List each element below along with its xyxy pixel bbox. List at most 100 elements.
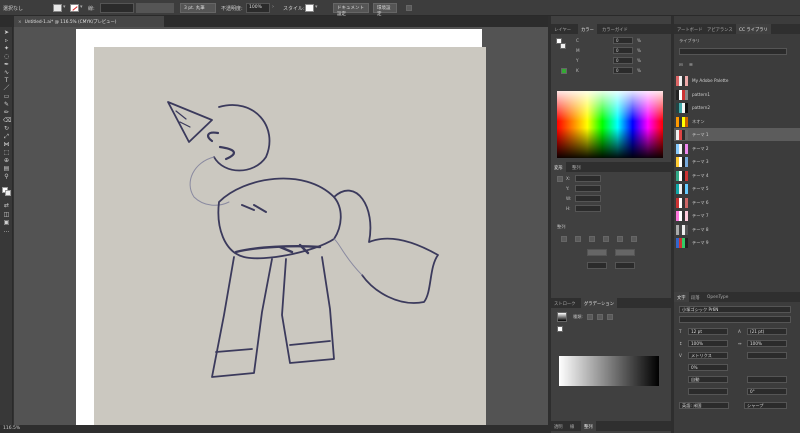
library-item[interactable]: テーマ 5 — [674, 182, 800, 195]
char-rotation-field[interactable]: 0° — [747, 388, 787, 395]
screen-mode-icon[interactable]: ▣ — [3, 220, 10, 226]
free-transform-icon[interactable]: ⬚ — [3, 150, 10, 156]
tab-align-bottom[interactable]: 整列 — [581, 421, 596, 431]
distribute-field[interactable] — [587, 249, 607, 256]
variable-width-profile[interactable] — [136, 3, 174, 13]
tab-color[interactable]: カラー — [578, 24, 597, 34]
panel-stroke-swatch[interactable] — [560, 43, 566, 49]
baseline-shift-field[interactable] — [688, 388, 728, 395]
document-setup-button[interactable]: ドキュメント設定 — [333, 3, 369, 17]
library-item[interactable]: テーマ 6 — [674, 196, 800, 209]
line-icon[interactable]: ／ — [3, 86, 10, 92]
transform-h-field[interactable] — [575, 205, 601, 212]
tab-transparency[interactable]: 透明 — [551, 421, 566, 431]
align-bottom-icon[interactable] — [631, 236, 637, 242]
vertical-scale-field[interactable]: 100% — [688, 340, 728, 347]
tab-appearance[interactable]: アピアランス — [704, 24, 736, 34]
library-item[interactable]: pattern1 — [674, 88, 800, 101]
tab-artboards[interactable]: アートボード — [674, 24, 706, 34]
tab-opentype[interactable]: OpenType — [704, 292, 731, 302]
rotate-icon[interactable]: ↻ — [3, 126, 10, 132]
curvature-icon[interactable]: ∿ — [3, 70, 10, 76]
tracking-field[interactable] — [747, 352, 787, 359]
graphic-style-swatch[interactable] — [305, 4, 314, 12]
direct-selection-icon[interactable]: ▹ — [3, 38, 10, 44]
paintbrush-icon[interactable]: ✎ — [3, 102, 10, 108]
library-item[interactable]: テーマ 8 — [674, 223, 800, 236]
tab-color-guide[interactable]: カラーガイド — [599, 24, 631, 34]
selection-tool-icon[interactable]: ➤ — [3, 30, 10, 36]
gradient-stroke-swatch[interactable] — [557, 326, 563, 332]
width-icon[interactable]: ⋈ — [3, 142, 10, 148]
chevron-down-icon[interactable]: ▾ — [315, 4, 318, 10]
chevron-down-icon[interactable]: ▾ — [80, 4, 83, 10]
fill-swatch[interactable] — [53, 4, 62, 12]
library-item[interactable]: テーマ 2 — [674, 142, 800, 155]
chevron-down-icon[interactable]: ▾ — [63, 4, 66, 10]
scale-icon[interactable]: ⤢ — [3, 134, 10, 140]
radial-gradient-icon[interactable] — [597, 314, 603, 320]
library-item[interactable]: テーマ 4 — [674, 169, 800, 182]
stroke-swatch[interactable] — [70, 4, 79, 12]
align-right-icon[interactable] — [589, 236, 595, 242]
reference-point-icon[interactable] — [557, 176, 563, 182]
document-tab[interactable]: × Untitled-1.ai* @ 116.5% (CMYK/プレビュー) — [14, 16, 164, 27]
spacing-field[interactable] — [587, 262, 607, 269]
library-item[interactable]: テーマ 1 — [674, 128, 800, 141]
library-item[interactable]: テーマ 7 — [674, 209, 800, 222]
anti-aliasing-dropdown[interactable]: シャープ — [744, 402, 787, 409]
eraser-icon[interactable]: ⌫ — [3, 118, 11, 124]
stroke-weight-field[interactable] — [100, 3, 134, 13]
tab-transform[interactable]: 変形 — [551, 162, 566, 172]
spacing-field-2[interactable] — [615, 262, 635, 269]
list-view-icon[interactable]: ☰ — [689, 62, 693, 68]
pencil-icon[interactable]: ✏ — [3, 110, 10, 116]
lasso-icon[interactable]: ◌ — [3, 54, 10, 60]
drawing-mode-icon[interactable]: ◫ — [3, 212, 10, 218]
brush-definition-dropdown[interactable]: 3 pt. 丸筆 — [180, 3, 216, 13]
transform-x-field[interactable] — [575, 175, 601, 182]
tab-gradient[interactable]: グラデーション — [581, 298, 617, 308]
tab-character[interactable]: 文字 — [674, 292, 689, 302]
gradient-slider[interactable] — [559, 356, 659, 386]
gradient-icon[interactable]: ▤ — [3, 166, 10, 172]
color-spectrum[interactable] — [557, 91, 663, 158]
tab-align[interactable]: 整列 — [569, 162, 584, 172]
leading-field[interactable]: (21 pt) — [747, 328, 787, 335]
opacity-field[interactable]: 100% — [246, 3, 270, 13]
pen-icon[interactable]: ✒ — [3, 62, 10, 68]
close-icon[interactable]: × — [18, 20, 22, 25]
align-center-icon[interactable] — [575, 236, 581, 242]
horizontal-scale-field[interactable]: 100% — [747, 340, 787, 347]
tab-layers[interactable]: レイヤー — [551, 24, 574, 34]
font-style-dropdown[interactable] — [679, 316, 791, 323]
out-of-gamut-icon[interactable] — [561, 68, 567, 74]
freeform-gradient-icon[interactable] — [607, 314, 613, 320]
filter-icon[interactable]: ⊟ — [679, 62, 683, 68]
linear-gradient-icon[interactable] — [587, 314, 593, 320]
color-value-y[interactable]: 0 — [613, 57, 633, 64]
kerning-field[interactable]: メトリクス — [688, 352, 728, 359]
color-value-k[interactable]: 0 — [613, 67, 633, 74]
shape-builder-icon[interactable]: ⊕ — [3, 158, 10, 164]
aki-right-field[interactable] — [747, 376, 787, 383]
distribute-field-2[interactable] — [615, 249, 635, 256]
placed-sketch-image[interactable] — [94, 47, 486, 429]
transform-y-field[interactable] — [575, 185, 601, 192]
stroke-color-icon[interactable] — [5, 190, 11, 196]
color-value-c[interactable]: 0 — [613, 37, 633, 44]
tsume-field[interactable]: 0% — [688, 364, 728, 371]
preferences-button[interactable]: 環境設定 — [373, 3, 397, 17]
tab-stroke-bottom[interactable]: 線 — [567, 421, 577, 431]
library-search-input[interactable] — [679, 48, 787, 55]
tab-stroke[interactable]: ストローク — [551, 298, 578, 308]
align-left-icon[interactable] — [561, 236, 567, 242]
more-tools-icon[interactable]: … — [3, 228, 10, 234]
chevron-right-icon[interactable]: › — [272, 4, 274, 10]
library-item[interactable]: テーマ 9 — [674, 236, 800, 249]
transform-w-field[interactable] — [575, 195, 601, 202]
gradient-preview-icon[interactable] — [557, 312, 567, 322]
magic-wand-icon[interactable]: ✦ — [3, 46, 10, 52]
font-size-field[interactable]: 12 pt — [688, 328, 728, 335]
eyedropper-icon[interactable]: ⚲ — [3, 174, 10, 180]
